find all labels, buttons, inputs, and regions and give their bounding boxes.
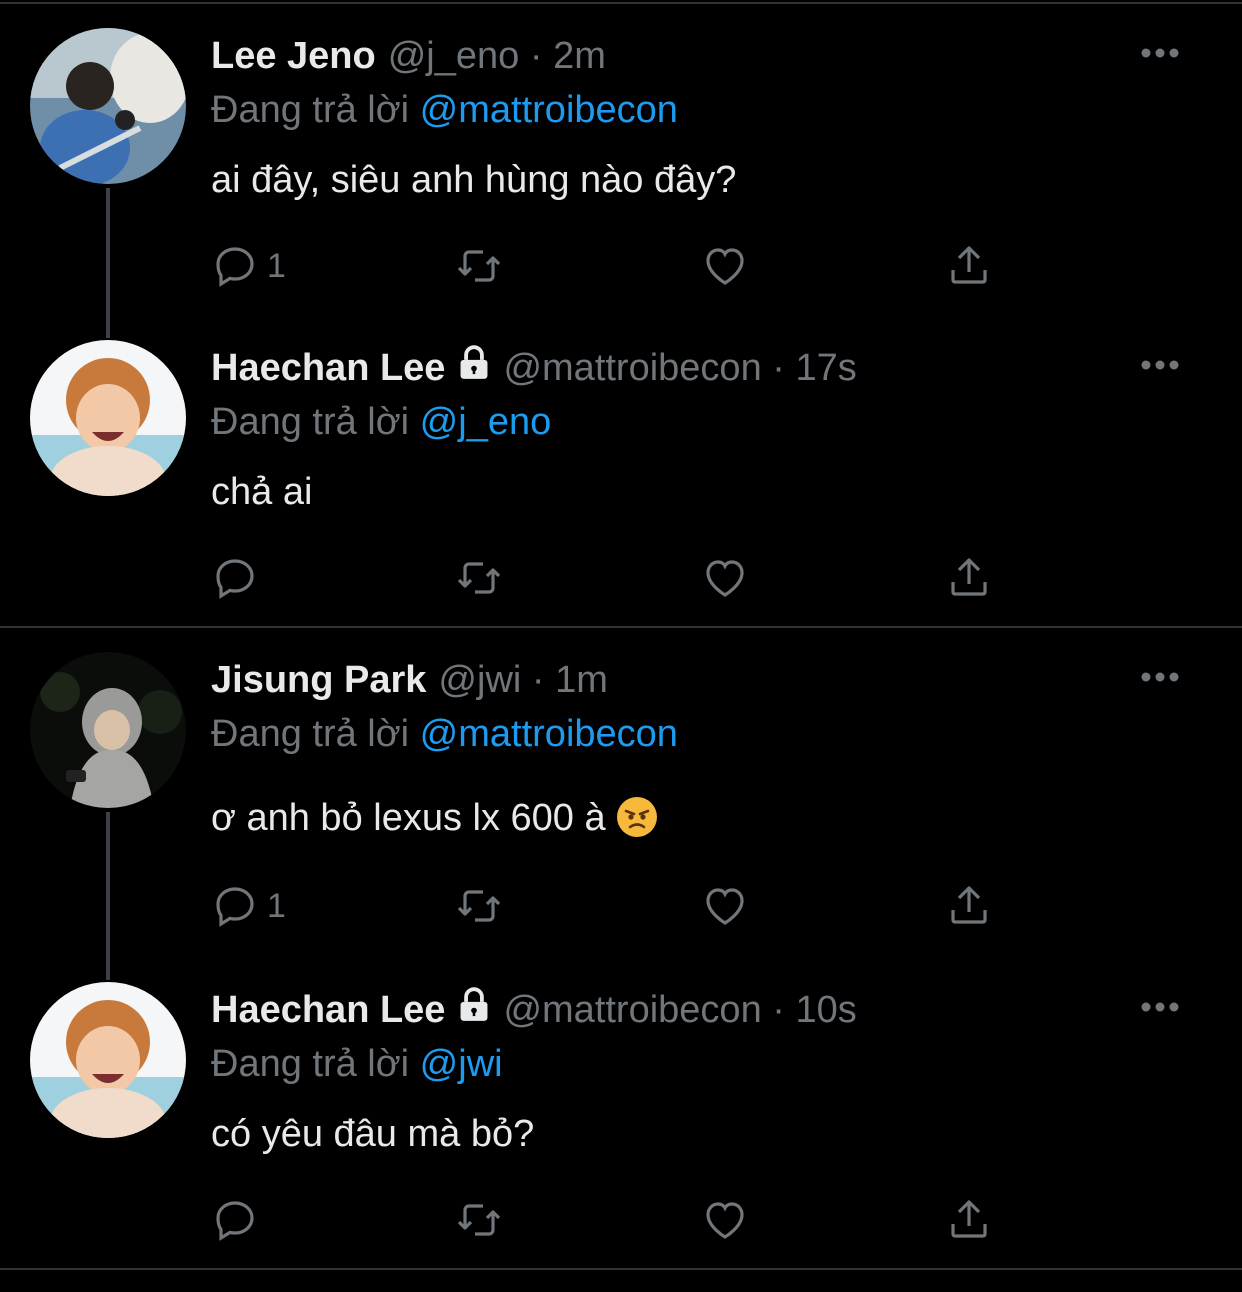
more-icon[interactable] xyxy=(1140,1000,1180,1014)
avatar[interactable] xyxy=(30,340,186,496)
timestamp[interactable]: 1m xyxy=(555,659,608,701)
separator-dot: · xyxy=(531,659,545,701)
retweet-button[interactable] xyxy=(455,1190,503,1250)
replying-label: Đang trả lời xyxy=(211,1043,410,1085)
heart-icon xyxy=(706,888,744,925)
display-name[interactable]: Lee Jeno xyxy=(211,35,376,77)
mention-link[interactable]: @j_eno xyxy=(420,401,552,443)
tweet[interactable]: Haechan Lee @mattroibecon · 17s Đang trả … xyxy=(0,340,1242,650)
tweet-actions: 1 xyxy=(211,876,1011,936)
tweet-header: Haechan Lee @mattroibecon · 10s xyxy=(211,982,1131,1038)
reply-button[interactable]: 1 xyxy=(211,876,286,936)
top-divider xyxy=(0,2,1242,4)
heart-icon xyxy=(706,560,744,597)
tweet-actions: 1 xyxy=(211,236,1011,296)
user-handle[interactable]: @j_eno xyxy=(388,35,520,77)
display-name[interactable]: Haechan Lee xyxy=(211,347,445,389)
tweet-text-content: ơ anh bỏ lexus lx 600 à xyxy=(211,797,606,839)
share-button[interactable] xyxy=(945,1190,993,1250)
replying-to: Đang trả lời @j_eno xyxy=(211,396,1131,448)
tweet[interactable]: Jisung Park @jwi · 1m Đang trả lời @mattr… xyxy=(0,652,1242,962)
replying-to: Đang trả lời @jwi xyxy=(211,1038,1131,1090)
replying-to: Đang trả lời @mattroibecon xyxy=(211,708,1131,760)
user-handle[interactable]: @mattroibecon xyxy=(503,989,761,1031)
reply-count: 1 xyxy=(267,246,286,285)
more-icon[interactable] xyxy=(1140,670,1180,684)
separator-dot: · xyxy=(772,347,785,389)
tweet-text: ơ anh bỏ lexus lx 600 à xyxy=(211,792,1131,844)
like-button[interactable] xyxy=(701,1190,749,1250)
retweet-icon xyxy=(457,562,501,594)
share-icon xyxy=(951,886,987,924)
share-icon xyxy=(951,246,987,284)
reply-icon xyxy=(216,887,254,927)
retweet-icon xyxy=(457,1204,501,1236)
replying-label: Đang trả lời xyxy=(211,401,410,443)
heart-icon xyxy=(706,1202,744,1239)
lock-icon xyxy=(460,345,488,379)
user-handle[interactable]: @mattroibecon xyxy=(503,347,761,389)
lock-icon xyxy=(460,987,488,1021)
timestamp[interactable]: 17s xyxy=(795,347,856,389)
user-handle[interactable]: @jwi xyxy=(438,659,521,701)
mention-link[interactable]: @mattroibecon xyxy=(420,713,678,755)
tweet[interactable]: Haechan Lee @mattroibecon · 10s Đang trả … xyxy=(0,982,1242,1292)
share-button[interactable] xyxy=(945,236,993,296)
tweet-actions xyxy=(211,548,1011,608)
tweet-header: Jisung Park @jwi · 1m xyxy=(211,652,1131,708)
reply-icon xyxy=(216,247,254,287)
reply-icon xyxy=(216,559,254,599)
retweet-button[interactable] xyxy=(455,876,503,936)
share-button[interactable] xyxy=(945,548,993,608)
reply-icon xyxy=(216,1201,254,1241)
display-name[interactable]: Haechan Lee xyxy=(211,989,445,1031)
tweet[interactable]: Lee Jeno @j_eno · 2m Đang trả lời @mattro… xyxy=(0,28,1242,338)
share-button[interactable] xyxy=(945,876,993,936)
timestamp[interactable]: 10s xyxy=(795,989,856,1031)
replying-label: Đang trả lời xyxy=(211,713,410,755)
mention-link[interactable]: @jwi xyxy=(420,1043,503,1085)
replying-to: Đang trả lời @mattroibecon xyxy=(211,84,1131,136)
avatar[interactable] xyxy=(30,982,186,1138)
retweet-icon xyxy=(457,250,501,282)
retweet-button[interactable] xyxy=(455,548,503,608)
heart-icon xyxy=(706,248,744,285)
reply-count: 1 xyxy=(267,886,286,925)
avatar[interactable] xyxy=(30,652,186,808)
share-icon xyxy=(951,558,987,596)
like-button[interactable] xyxy=(701,876,749,936)
angry-face-icon xyxy=(616,797,657,837)
like-button[interactable] xyxy=(701,548,749,608)
separator-dot: · xyxy=(772,989,785,1031)
like-button[interactable] xyxy=(701,236,749,296)
avatar[interactable] xyxy=(30,28,186,184)
tweet-header: Lee Jeno @j_eno · 2m xyxy=(211,28,1131,84)
retweet-icon xyxy=(457,890,501,922)
tweet-text: ai đây, siêu anh hùng nào đây? xyxy=(211,159,737,201)
tweet-actions xyxy=(211,1190,1011,1250)
tweet-header: Haechan Lee @mattroibecon · 17s xyxy=(211,340,1131,396)
mention-link[interactable]: @mattroibecon xyxy=(420,89,678,131)
reply-button[interactable] xyxy=(211,1190,267,1250)
separator-dot: · xyxy=(529,35,543,77)
more-icon[interactable] xyxy=(1140,358,1180,372)
reply-button[interactable] xyxy=(211,548,267,608)
reply-button[interactable]: 1 xyxy=(211,236,286,296)
display-name[interactable]: Jisung Park xyxy=(211,659,426,701)
more-icon[interactable] xyxy=(1140,46,1180,60)
timestamp[interactable]: 2m xyxy=(553,35,606,77)
share-icon xyxy=(951,1200,987,1238)
tweet-text: chả ai xyxy=(211,471,313,513)
tweet-text: có yêu đâu mà bỏ? xyxy=(211,1113,535,1155)
retweet-button[interactable] xyxy=(455,236,503,296)
replying-label: Đang trả lời xyxy=(211,89,410,131)
